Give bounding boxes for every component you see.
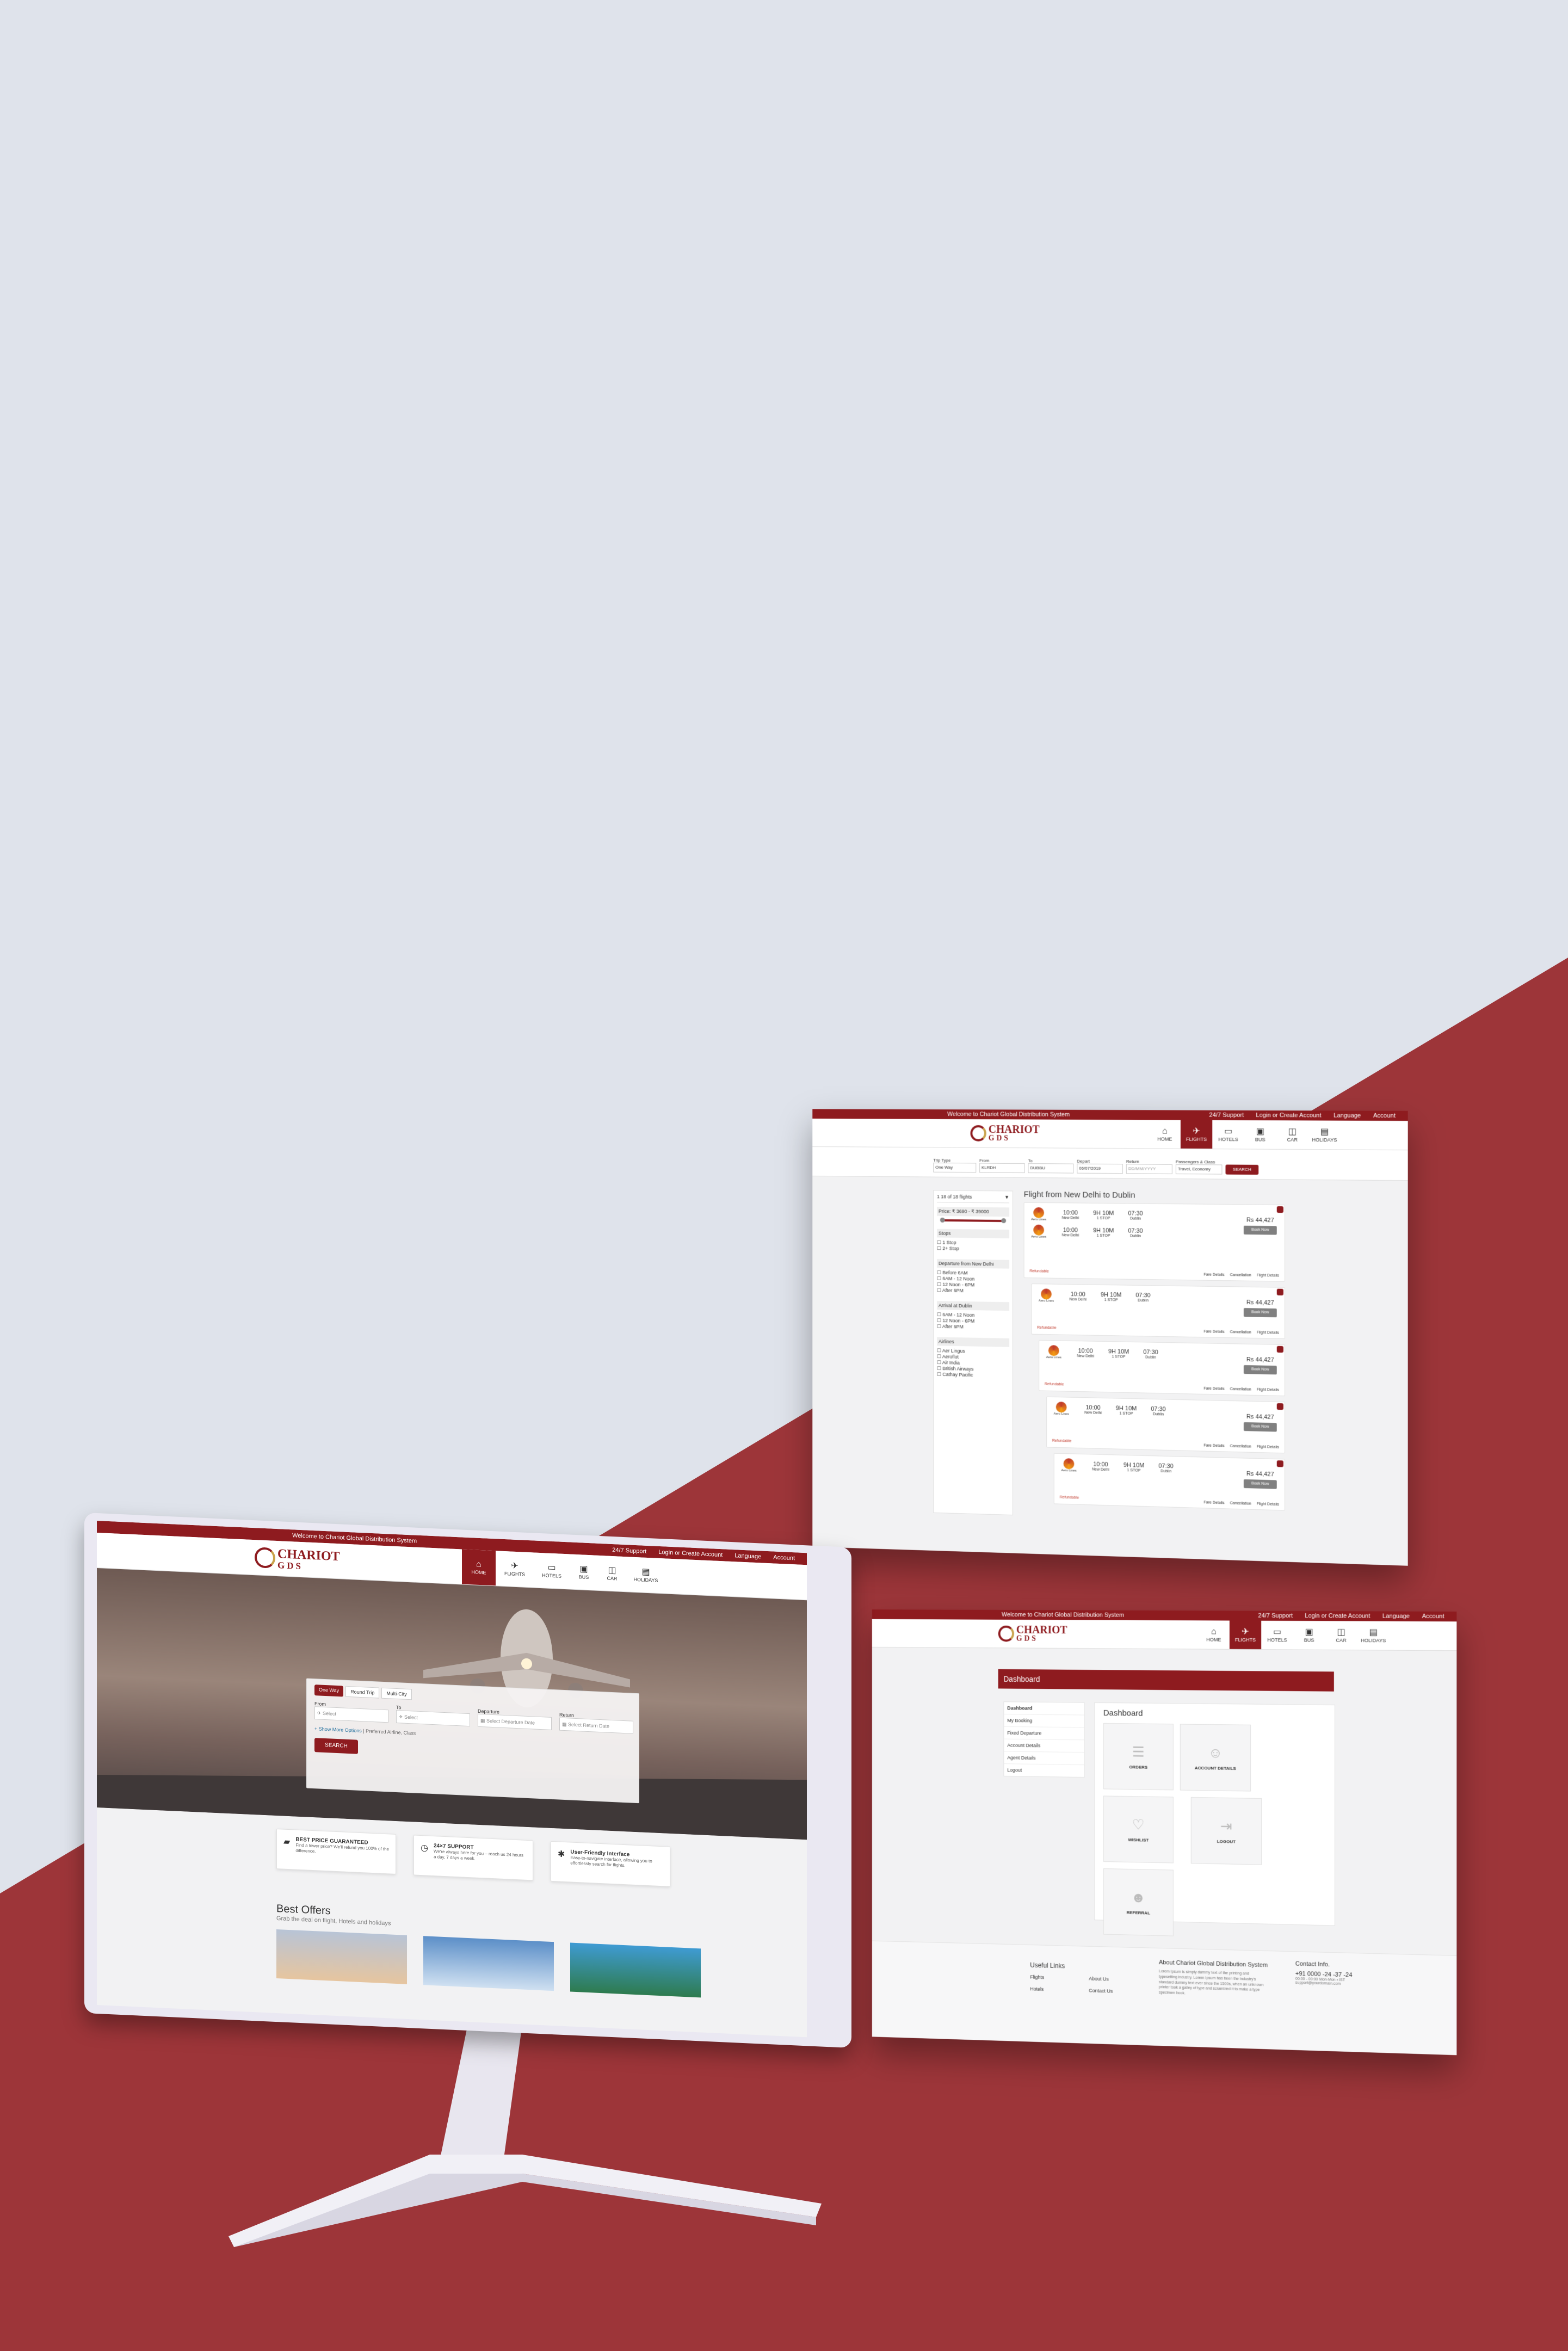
tab-round-trip[interactable]: Round Trip bbox=[345, 1686, 379, 1699]
clock-icon: ◷ bbox=[421, 1842, 428, 1869]
return-input[interactable]: Select Return Date bbox=[568, 1721, 609, 1729]
offer-card[interactable] bbox=[276, 1929, 407, 1984]
offer-card[interactable] bbox=[570, 1943, 701, 1998]
offer-card[interactable] bbox=[423, 1936, 554, 1991]
to-field[interactable]: To ✈ Select bbox=[396, 1705, 470, 1726]
hero-image: One Way Round Trip Multi-City From ✈ Sele… bbox=[97, 1568, 807, 1840]
plane-icon: ✈ bbox=[511, 1562, 518, 1572]
nav-label: HOME bbox=[472, 1569, 486, 1575]
nav-label: HOTELS bbox=[542, 1572, 561, 1579]
from-field[interactable]: From ✈ Select bbox=[314, 1701, 388, 1723]
nav-holidays[interactable]: ▤ HOLIDAYS bbox=[626, 1557, 665, 1593]
return-field[interactable]: Return ▦ Select Return Date bbox=[559, 1712, 633, 1734]
tab-multi-city[interactable]: Multi-City bbox=[381, 1688, 412, 1700]
to-select[interactable]: Select bbox=[404, 1714, 418, 1720]
language-dropdown[interactable]: Language bbox=[734, 1552, 761, 1560]
car-icon: ◫ bbox=[608, 1566, 616, 1576]
nav-home[interactable]: ⌂ HOME bbox=[462, 1549, 496, 1585]
offers-section: Best Offers Grab the deal on flight, Hot… bbox=[276, 1903, 807, 2002]
gear-icon: ✱ bbox=[558, 1848, 565, 1875]
nav-label: BUS bbox=[579, 1574, 589, 1580]
support-link[interactable]: 24/7 Support bbox=[612, 1547, 646, 1555]
nav-label: CAR bbox=[607, 1576, 617, 1582]
nav-bus[interactable]: ▣ BUS bbox=[570, 1554, 598, 1590]
feature-card: ✱ User-Friendly Interface Easy-to-navigate… bbox=[551, 1841, 670, 1887]
home-icon: ⌂ bbox=[476, 1560, 481, 1570]
feature-card: ◷ 24×7 SUPPORT We're always here for you –… bbox=[413, 1835, 533, 1880]
wallet-icon: ▰ bbox=[283, 1836, 290, 1863]
logo[interactable]: CHARIOT GDS bbox=[255, 1546, 340, 1572]
nav-flights[interactable]: ✈ FLIGHTS bbox=[496, 1551, 534, 1587]
flight-search-form: One Way Round Trip Multi-City From ✈ Sele… bbox=[306, 1678, 639, 1803]
logo-mark bbox=[255, 1547, 275, 1569]
show-more-options-link[interactable]: + Show More Options bbox=[314, 1726, 362, 1733]
home-screen: Welcome to Chariot Global Distribution S… bbox=[97, 1521, 807, 2037]
nav-label: FLIGHTS bbox=[504, 1571, 525, 1577]
suitcase-icon: ▤ bbox=[641, 1567, 650, 1577]
features-row: ▰ BEST PRICE GUARANTEED Find a lower price… bbox=[276, 1829, 807, 1893]
feature-card: ▰ BEST PRICE GUARANTEED Find a lower price… bbox=[276, 1829, 396, 1874]
tab-one-way[interactable]: One Way bbox=[314, 1684, 343, 1696]
bed-icon: ▭ bbox=[547, 1563, 555, 1573]
from-select[interactable]: Select bbox=[323, 1711, 336, 1717]
nav-car[interactable]: ◫ CAR bbox=[598, 1556, 626, 1591]
search-button[interactable]: SEARCH bbox=[314, 1738, 358, 1754]
account-dropdown[interactable]: Account bbox=[773, 1554, 795, 1562]
departure-field[interactable]: Departure ▦ Select Departure Date bbox=[478, 1708, 552, 1730]
departure-input[interactable]: Select Departure Date bbox=[486, 1718, 535, 1726]
nav-label: HOLIDAYS bbox=[634, 1577, 658, 1583]
bus-icon: ▣ bbox=[579, 1564, 588, 1575]
more-options-hint: | Preferred Airline, Class bbox=[363, 1728, 416, 1736]
nav-hotels[interactable]: ▭ HOTELS bbox=[534, 1552, 570, 1589]
login-link[interactable]: Login or Create Account bbox=[658, 1549, 723, 1558]
